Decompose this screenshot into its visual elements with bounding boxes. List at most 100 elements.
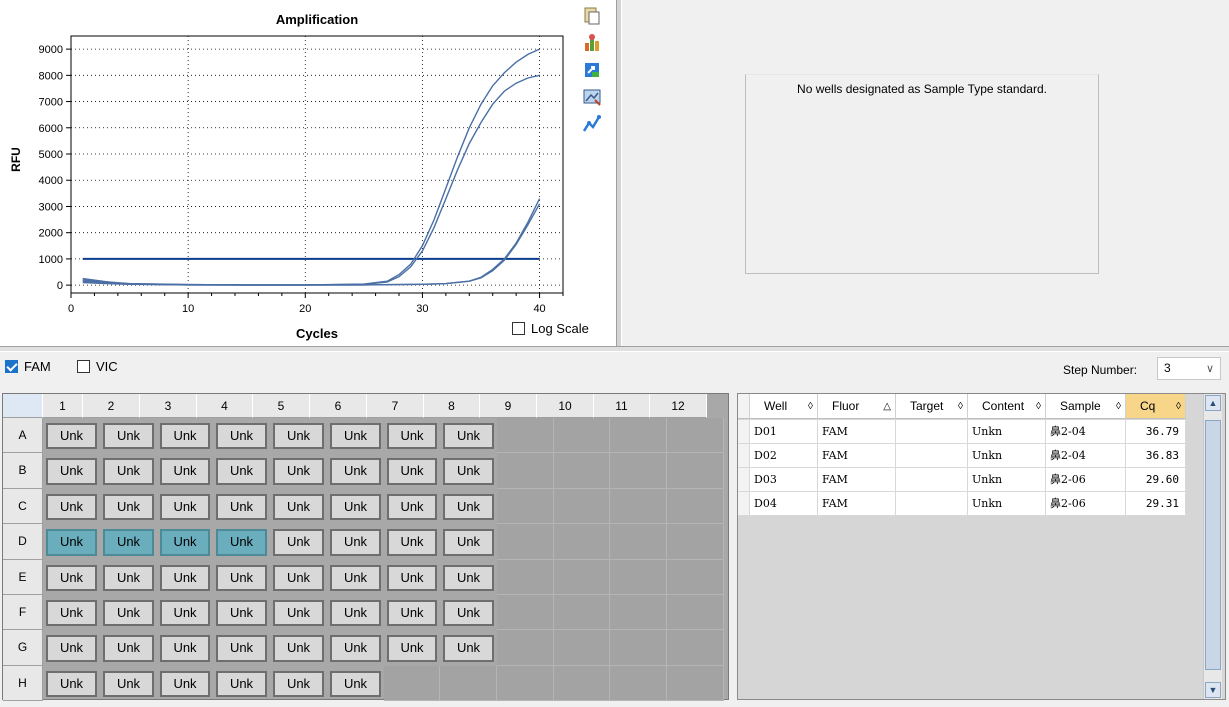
column-header-well[interactable]: Well ◊ [750,394,818,419]
table-cell-sample[interactable]: 鼻2-04 [1046,420,1126,444]
table-cell-target[interactable] [896,492,968,516]
step-number-select[interactable]: 3 ∨ [1157,357,1221,380]
row-header[interactable] [738,468,750,492]
column-header-target[interactable]: Target ◊ [896,394,968,419]
plate-column-header-11[interactable]: 11 [594,394,650,418]
scroll-down-button[interactable]: ▼ [1205,682,1221,698]
scroll-thumb[interactable] [1205,420,1221,670]
plate-well-H6[interactable]: Unk [330,670,381,698]
plate-column-header-8[interactable]: 8 [424,394,480,418]
plate-well-E5[interactable]: Unk [273,564,324,591]
table-cell-well[interactable]: D04 [750,492,818,516]
plate-well-F1[interactable]: Unk [46,600,97,627]
plate-empty-well-C10[interactable] [554,488,610,525]
table-cell-sample[interactable]: 鼻2-04 [1046,444,1126,468]
plate-well-E4[interactable]: Unk [216,564,267,591]
plate-column-header-7[interactable]: 7 [367,394,424,418]
plate-well-B1[interactable]: Unk [46,458,97,485]
fluor-vic-checkbox[interactable]: VIC [77,359,118,374]
table-cell-fluor[interactable]: FAM [818,444,896,468]
table-cell-well[interactable]: D02 [750,444,818,468]
plate-empty-well-C9[interactable] [497,488,554,525]
plate-empty-well-A11[interactable] [610,418,667,454]
plate-empty-well-E9[interactable] [497,559,554,595]
plate-column-header-4[interactable]: 4 [197,394,253,418]
plate-well-C3[interactable]: Unk [160,493,210,521]
plate-well-D6[interactable]: Unk [330,529,381,556]
plate-well-H5[interactable]: Unk [273,670,324,698]
plate-well-D3[interactable]: Unk [160,529,210,556]
plate-empty-well-G12[interactable] [667,630,724,666]
plate-empty-well-D11[interactable] [610,524,667,560]
plate-well-C4[interactable]: Unk [216,493,267,521]
plate-row-header-E[interactable]: E [3,559,43,595]
plate-empty-well-F12[interactable] [667,595,724,631]
plate-row-header-D[interactable]: D [3,524,43,560]
plate-empty-well-D10[interactable] [554,524,610,560]
table-cell-fluor[interactable]: FAM [818,492,896,516]
plate-well-B7[interactable]: Unk [387,458,437,485]
table-cell-content[interactable]: Unkn [968,468,1046,492]
plate-empty-well-A9[interactable] [497,418,554,454]
plate-well-G5[interactable]: Unk [273,635,324,662]
column-header-cq[interactable]: Cq ◊ [1126,394,1186,419]
table-cell-content[interactable]: Unkn [968,420,1046,444]
plate-well-H3[interactable]: Unk [160,670,210,698]
table-cell-cq[interactable]: 36.79 [1126,420,1186,444]
plate-well-G8[interactable]: Unk [443,635,494,662]
table-cell-target[interactable] [896,444,968,468]
plate-well-H1[interactable]: Unk [46,670,97,698]
plate-well-F2[interactable]: Unk [103,600,154,627]
plate-well-G2[interactable]: Unk [103,635,154,662]
plate-corner[interactable] [3,394,43,418]
plate-well-D8[interactable]: Unk [443,529,494,556]
sort-icon[interactable]: ◊ [1116,394,1121,419]
plate-well-B8[interactable]: Unk [443,458,494,485]
plate-empty-well-F9[interactable] [497,595,554,631]
table-cell-content[interactable]: Unkn [968,444,1046,468]
plate-row-header-B[interactable]: B [3,453,43,489]
plate-empty-well-B12[interactable] [667,453,724,489]
plate-empty-well-D12[interactable] [667,524,724,560]
sort-icon[interactable]: △ [883,394,891,419]
plate-well-C5[interactable]: Unk [273,493,324,521]
export-icon[interactable] [582,60,602,80]
sort-icon[interactable]: ◊ [808,394,813,419]
plate-empty-well-B11[interactable] [610,453,667,489]
table-cell-well[interactable]: D03 [750,468,818,492]
plate-column-header-10[interactable]: 10 [537,394,594,418]
plate-well-D7[interactable]: Unk [387,529,437,556]
plate-well-B4[interactable]: Unk [216,458,267,485]
plate-row-header-F[interactable]: F [3,595,43,631]
plate-well-G1[interactable]: Unk [46,635,97,662]
plate-well-E1[interactable]: Unk [46,564,97,591]
fluor-fam-checkbox[interactable]: FAM [5,359,51,374]
plate-well-F6[interactable]: Unk [330,600,381,627]
fam-check-box[interactable] [5,360,18,373]
column-header-content[interactable]: Content ◊ [968,394,1046,419]
plate-well-F4[interactable]: Unk [216,600,267,627]
plate-empty-well-G9[interactable] [497,630,554,666]
plate-row-header-G[interactable]: G [3,630,43,666]
plate-well-E3[interactable]: Unk [160,564,210,591]
plate-well-H2[interactable]: Unk [103,670,154,698]
plate-well-C1[interactable]: Unk [46,493,97,521]
plate-well-B3[interactable]: Unk [160,458,210,485]
plate-well-E7[interactable]: Unk [387,564,437,591]
table-cell-sample[interactable]: 鼻2-06 [1046,468,1126,492]
plate-well-B2[interactable]: Unk [103,458,154,485]
image-icon[interactable] [582,87,602,107]
row-header[interactable] [738,420,750,444]
plate-empty-well-C12[interactable] [667,488,724,525]
plate-well-G6[interactable]: Unk [330,635,381,662]
copy-icon[interactable] [582,6,602,26]
plate-well-C2[interactable]: Unk [103,493,154,521]
plate-well-C7[interactable]: Unk [387,493,437,521]
table-cell-cq[interactable]: 29.60 [1126,468,1186,492]
plate-well-D1[interactable]: Unk [46,529,97,556]
plate-row-header-A[interactable]: A [3,418,43,454]
plate-empty-well-H10[interactable] [554,665,610,702]
plate-well-D5[interactable]: Unk [273,529,324,556]
plate-well-A3[interactable]: Unk [160,423,210,450]
plate-well-A1[interactable]: Unk [46,423,97,450]
